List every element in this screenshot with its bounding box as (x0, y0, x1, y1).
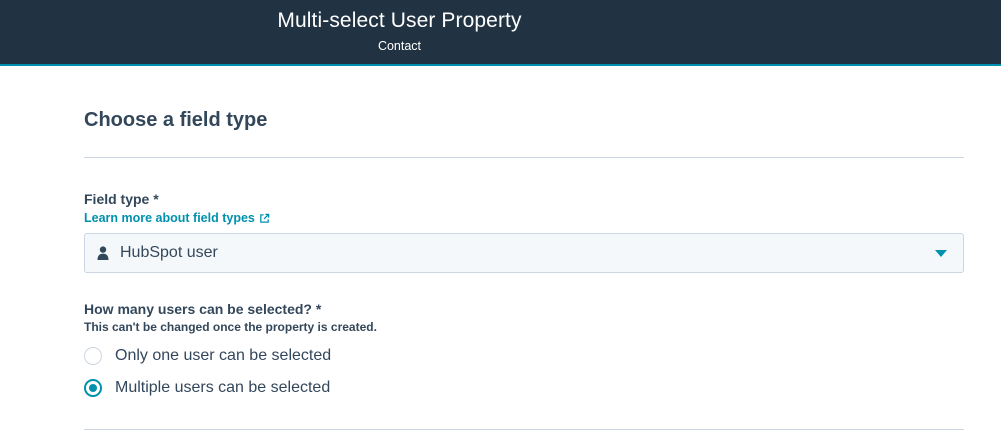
radio-button-checked[interactable] (84, 379, 102, 397)
radio-option-label: Only one user can be selected (115, 347, 332, 364)
radio-option-label: Multiple users can be selected (115, 379, 331, 396)
user-icon (97, 246, 109, 260)
field-type-label: Field type * (84, 191, 159, 207)
learn-more-field-types-link[interactable]: Learn more about field types (84, 211, 270, 225)
caret-down-icon (935, 250, 947, 257)
learn-more-link-text: Learn more about field types (84, 211, 255, 225)
radio-option-single-user[interactable]: Only one user can be selected (84, 347, 331, 365)
radio-button-unchecked[interactable] (84, 347, 102, 365)
field-type-selected-value: HubSpot user (120, 244, 218, 261)
field-type-dropdown[interactable]: HubSpot user (84, 233, 964, 273)
object-type-subtitle: Contact (377, 39, 422, 53)
section-divider-bottom (84, 429, 964, 430)
selection-count-label: How many users can be selected? * (84, 301, 322, 317)
selection-count-hint: This can't be changed once the property … (84, 320, 377, 334)
external-link-icon (260, 213, 270, 223)
section-divider (84, 157, 964, 158)
page-title: Multi-select User Property (277, 9, 522, 32)
radio-option-multiple-users[interactable]: Multiple users can be selected (84, 379, 330, 397)
section-title: Choose a field type (84, 109, 268, 131)
page-header: Multi-select User Property Contact (0, 0, 1001, 66)
